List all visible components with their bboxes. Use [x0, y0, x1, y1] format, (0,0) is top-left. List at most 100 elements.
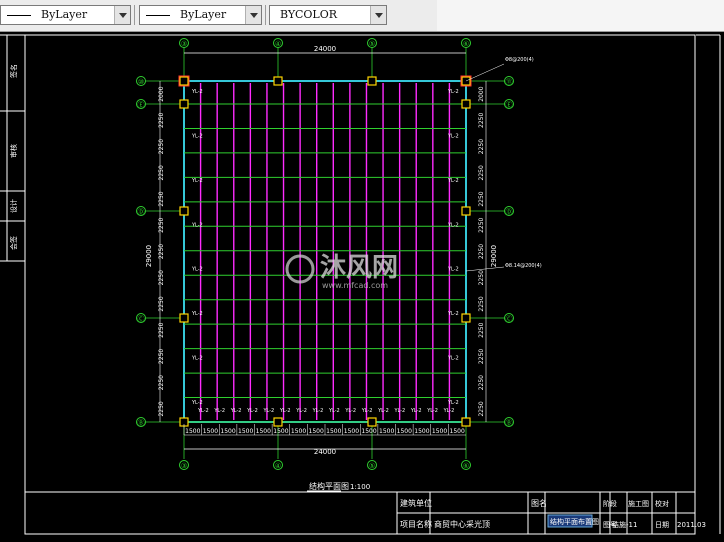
dimension-bay-left: 2250 — [158, 349, 165, 364]
axis-label-right: Ⓑ — [506, 419, 513, 427]
chevron-down-icon[interactable] — [370, 6, 386, 24]
dimension-overall-top: 24000 — [314, 45, 336, 53]
axis-label-left: Ⓓ — [138, 208, 145, 216]
side-tag: YL-2 — [447, 89, 459, 95]
axis-label-right: Ⓓ — [506, 208, 513, 216]
dimension-bay-right: 2000 — [478, 86, 485, 101]
beam-tag: YL-2 — [312, 408, 324, 414]
dimension-bay-left: 2250 — [158, 244, 165, 259]
toolbar-divider — [134, 5, 135, 25]
drawing-name-value: 结构平面布置图 — [550, 517, 599, 526]
drawing-name-caption: 图名 — [531, 498, 547, 508]
axis-label-left: Ⓑ — [138, 419, 145, 427]
dimension-bay-left: 2250 — [158, 139, 165, 154]
beam-tag: YL-2 — [361, 408, 373, 414]
dimension-bay-right: 2250 — [478, 217, 485, 232]
title-block: 建筑单位 项目名称 商贸中心采光顶 图名 结构平面布置图 阶段 施工图 校对 图… — [25, 491, 706, 534]
plan-title: 结构平面图 — [309, 481, 349, 491]
beam-tag: YL-2 — [443, 408, 455, 414]
dimension-bay-right: 2250 — [478, 349, 485, 364]
dimension-purlin: 1500 — [291, 428, 306, 435]
side-tag: YL-2 — [191, 89, 203, 95]
dimension-bay-right: 2250 — [478, 244, 485, 259]
dimension-bay-left: 2250 — [158, 270, 165, 285]
column-marker — [273, 417, 283, 427]
axis-label-right: Ⓒ — [506, 315, 513, 323]
design-unit-label: 建筑单位 — [400, 498, 432, 508]
chevron-down-icon[interactable] — [114, 6, 130, 24]
column-marker — [367, 417, 377, 427]
dimension-bay-right: 2250 — [478, 375, 485, 390]
plan-scale: 1:100 — [350, 483, 370, 491]
side-tag: YL-2 — [447, 222, 459, 228]
chevron-down-icon[interactable] — [245, 6, 261, 24]
dimension-overall-right: 29000 — [490, 245, 498, 267]
column-marker — [461, 417, 471, 427]
callout-mid: Φ8.14@200(4) — [505, 263, 542, 269]
side-tag: YL-2 — [447, 356, 459, 362]
dimension-bay-left: 2250 — [158, 113, 165, 128]
dimension-purlin: 1500 — [397, 428, 412, 435]
side-tag: YL-2 — [447, 178, 459, 184]
dimension-bay-left: 2250 — [158, 165, 165, 180]
date-label: 日期 — [655, 521, 669, 529]
axis-label-top: ⑤ — [369, 40, 375, 48]
dimension-bay-right: 2250 — [478, 139, 485, 154]
side-tag: YL-2 — [447, 400, 459, 406]
column-marker — [179, 206, 189, 216]
dimension-purlin: 1500 — [450, 428, 465, 435]
plotstyle-dropdown[interactable]: BYCOLOR — [269, 5, 387, 25]
left-strip-label: 签名 — [9, 64, 18, 78]
lineweight-label: ByLayer — [180, 8, 227, 21]
beam-tag: YL-2 — [295, 408, 307, 414]
side-tag: YL-2 — [191, 311, 203, 317]
axis-label-right: Ⓔ — [506, 101, 513, 109]
column-marker — [273, 76, 283, 86]
dimension-bay-left: 2250 — [158, 296, 165, 311]
side-tag: YL-2 — [191, 400, 203, 406]
left-strip-label: 会签 — [9, 236, 18, 250]
dimension-bay-right: 2250 — [478, 401, 485, 416]
left-strip-labels: 签名审核设计会签 — [9, 64, 18, 250]
dimension-bay-right: 2250 — [478, 165, 485, 180]
beam-tag: YL-2 — [410, 408, 422, 414]
dimension-bay-right: 2250 — [478, 296, 485, 311]
dimension-bay-left: 2250 — [158, 322, 165, 337]
left-strip-label: 设计 — [9, 199, 18, 213]
dimension-purlin: 1500 — [379, 428, 394, 435]
dimension-purlin: 1500 — [309, 428, 324, 435]
axis-label-left: ⑩ — [138, 78, 144, 86]
beam-tag: YL-2 — [263, 408, 275, 414]
column-marker — [461, 206, 471, 216]
beam-tag: YL-2 — [344, 408, 356, 414]
axis-label-bottom: ③ — [181, 462, 187, 470]
side-tag: YL-2 — [191, 267, 203, 273]
axis-label-top: ④ — [275, 40, 281, 48]
dimension-bay-left: 2250 — [158, 191, 165, 206]
stage-value: 施工图 — [628, 499, 649, 508]
dimension-purlin: 1500 — [414, 428, 429, 435]
properties-toolbar: ByLayer ByLayer BYCOLOR — [0, 0, 724, 32]
axis-label-right: ⑪ — [506, 78, 513, 86]
dimension-bay-left: 2250 — [158, 401, 165, 416]
dimension-purlin: 1500 — [273, 428, 288, 435]
roof-outline — [183, 80, 467, 423]
dimension-purlin: 1500 — [432, 428, 447, 435]
side-tag: YL-2 — [447, 267, 459, 273]
date-value: 2011.03 — [677, 521, 706, 529]
column-marker — [367, 76, 377, 86]
cad-drawing: 签名审核设计会签 建筑单位 项目名称 商贸中心采光顶 图名 结构平面布置图 阶段… — [0, 34, 721, 535]
column-marker — [179, 99, 189, 109]
beam-tag: YL-2 — [394, 408, 406, 414]
lineweight-dropdown[interactable]: ByLayer — [139, 5, 262, 25]
dimension-purlin: 1500 — [185, 428, 200, 435]
axis-label-bottom: ⑥ — [463, 462, 469, 470]
linetype-dropdown[interactable]: ByLayer — [0, 5, 131, 25]
drawing-canvas[interactable]: 签名 审核 设计 会签 建筑单位 项目名称 商贸中心采光顶 图名 结构平面布置图 阶段… — [0, 31, 724, 538]
axis-label-left: Ⓒ — [138, 315, 145, 323]
dimension-purlin: 1500 — [220, 428, 235, 435]
dimension-bay-right: 2250 — [478, 322, 485, 337]
beam-tag: YL-2 — [426, 408, 438, 414]
project-name-label: 项目名称 — [400, 519, 432, 529]
dimension-bay-left: 2250 — [158, 375, 165, 390]
